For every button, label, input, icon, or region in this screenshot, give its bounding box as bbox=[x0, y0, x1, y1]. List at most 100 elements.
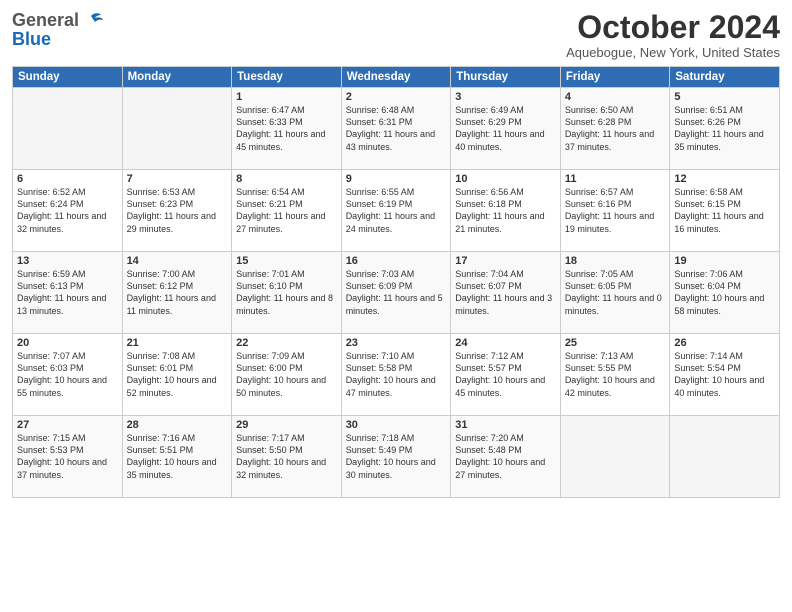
calendar-cell: 1Sunrise: 6:47 AMSunset: 6:33 PMDaylight… bbox=[232, 88, 342, 170]
day-header-friday: Friday bbox=[560, 67, 670, 88]
day-info: Sunrise: 7:06 AMSunset: 6:04 PMDaylight:… bbox=[674, 268, 775, 317]
day-info: Sunrise: 7:01 AMSunset: 6:10 PMDaylight:… bbox=[236, 268, 337, 317]
calendar-cell bbox=[13, 88, 123, 170]
day-number: 21 bbox=[127, 337, 228, 349]
calendar-cell: 6Sunrise: 6:52 AMSunset: 6:24 PMDaylight… bbox=[13, 170, 123, 252]
day-number: 6 bbox=[17, 173, 118, 185]
day-info: Sunrise: 7:16 AMSunset: 5:51 PMDaylight:… bbox=[127, 432, 228, 481]
day-info: Sunrise: 6:57 AMSunset: 6:16 PMDaylight:… bbox=[565, 186, 666, 235]
logo-bird-icon bbox=[81, 12, 103, 30]
day-number: 17 bbox=[455, 255, 556, 267]
location: Aquebogue, New York, United States bbox=[566, 45, 780, 60]
calendar-cell: 2Sunrise: 6:48 AMSunset: 6:31 PMDaylight… bbox=[341, 88, 451, 170]
calendar-cell: 14Sunrise: 7:00 AMSunset: 6:12 PMDayligh… bbox=[122, 252, 232, 334]
calendar-cell: 9Sunrise: 6:55 AMSunset: 6:19 PMDaylight… bbox=[341, 170, 451, 252]
day-info: Sunrise: 7:08 AMSunset: 6:01 PMDaylight:… bbox=[127, 350, 228, 399]
day-number: 14 bbox=[127, 255, 228, 267]
day-info: Sunrise: 7:12 AMSunset: 5:57 PMDaylight:… bbox=[455, 350, 556, 399]
day-header-wednesday: Wednesday bbox=[341, 67, 451, 88]
day-number: 24 bbox=[455, 337, 556, 349]
day-number: 20 bbox=[17, 337, 118, 349]
calendar-cell: 15Sunrise: 7:01 AMSunset: 6:10 PMDayligh… bbox=[232, 252, 342, 334]
day-number: 1 bbox=[236, 91, 337, 103]
calendar-cell bbox=[670, 416, 780, 498]
day-header-monday: Monday bbox=[122, 67, 232, 88]
calendar-cell: 29Sunrise: 7:17 AMSunset: 5:50 PMDayligh… bbox=[232, 416, 342, 498]
calendar-cell: 27Sunrise: 7:15 AMSunset: 5:53 PMDayligh… bbox=[13, 416, 123, 498]
calendar-cell: 26Sunrise: 7:14 AMSunset: 5:54 PMDayligh… bbox=[670, 334, 780, 416]
day-info: Sunrise: 7:00 AMSunset: 6:12 PMDaylight:… bbox=[127, 268, 228, 317]
calendar-week-row: 6Sunrise: 6:52 AMSunset: 6:24 PMDaylight… bbox=[13, 170, 780, 252]
calendar-container: General Blue October 2024 Aquebogue, New… bbox=[0, 0, 792, 612]
day-info: Sunrise: 7:10 AMSunset: 5:58 PMDaylight:… bbox=[346, 350, 447, 399]
calendar-cell: 7Sunrise: 6:53 AMSunset: 6:23 PMDaylight… bbox=[122, 170, 232, 252]
day-info: Sunrise: 7:15 AMSunset: 5:53 PMDaylight:… bbox=[17, 432, 118, 481]
calendar-cell: 11Sunrise: 6:57 AMSunset: 6:16 PMDayligh… bbox=[560, 170, 670, 252]
calendar-cell: 22Sunrise: 7:09 AMSunset: 6:00 PMDayligh… bbox=[232, 334, 342, 416]
month-title: October 2024 bbox=[566, 10, 780, 45]
day-number: 5 bbox=[674, 91, 775, 103]
title-block: October 2024 Aquebogue, New York, United… bbox=[566, 10, 780, 60]
day-info: Sunrise: 6:51 AMSunset: 6:26 PMDaylight:… bbox=[674, 104, 775, 153]
day-number: 16 bbox=[346, 255, 447, 267]
day-number: 30 bbox=[346, 419, 447, 431]
calendar-cell: 10Sunrise: 6:56 AMSunset: 6:18 PMDayligh… bbox=[451, 170, 561, 252]
day-number: 9 bbox=[346, 173, 447, 185]
day-info: Sunrise: 7:03 AMSunset: 6:09 PMDaylight:… bbox=[346, 268, 447, 317]
calendar-cell: 23Sunrise: 7:10 AMSunset: 5:58 PMDayligh… bbox=[341, 334, 451, 416]
calendar-week-row: 20Sunrise: 7:07 AMSunset: 6:03 PMDayligh… bbox=[13, 334, 780, 416]
header: General Blue October 2024 Aquebogue, New… bbox=[12, 10, 780, 60]
day-number: 22 bbox=[236, 337, 337, 349]
day-number: 13 bbox=[17, 255, 118, 267]
day-number: 10 bbox=[455, 173, 556, 185]
day-number: 12 bbox=[674, 173, 775, 185]
calendar-cell: 18Sunrise: 7:05 AMSunset: 6:05 PMDayligh… bbox=[560, 252, 670, 334]
day-number: 4 bbox=[565, 91, 666, 103]
day-number: 7 bbox=[127, 173, 228, 185]
day-info: Sunrise: 6:56 AMSunset: 6:18 PMDaylight:… bbox=[455, 186, 556, 235]
day-number: 19 bbox=[674, 255, 775, 267]
logo-general-text: General bbox=[12, 10, 79, 31]
calendar-cell: 8Sunrise: 6:54 AMSunset: 6:21 PMDaylight… bbox=[232, 170, 342, 252]
calendar-cell bbox=[560, 416, 670, 498]
day-header-thursday: Thursday bbox=[451, 67, 561, 88]
day-number: 29 bbox=[236, 419, 337, 431]
calendar-cell: 5Sunrise: 6:51 AMSunset: 6:26 PMDaylight… bbox=[670, 88, 780, 170]
day-header-saturday: Saturday bbox=[670, 67, 780, 88]
calendar-week-row: 13Sunrise: 6:59 AMSunset: 6:13 PMDayligh… bbox=[13, 252, 780, 334]
calendar-cell: 28Sunrise: 7:16 AMSunset: 5:51 PMDayligh… bbox=[122, 416, 232, 498]
logo-blue-text: Blue bbox=[12, 29, 51, 50]
day-info: Sunrise: 7:13 AMSunset: 5:55 PMDaylight:… bbox=[565, 350, 666, 399]
calendar-cell: 4Sunrise: 6:50 AMSunset: 6:28 PMDaylight… bbox=[560, 88, 670, 170]
day-info: Sunrise: 6:50 AMSunset: 6:28 PMDaylight:… bbox=[565, 104, 666, 153]
day-info: Sunrise: 6:59 AMSunset: 6:13 PMDaylight:… bbox=[17, 268, 118, 317]
day-number: 28 bbox=[127, 419, 228, 431]
day-number: 3 bbox=[455, 91, 556, 103]
day-header-tuesday: Tuesday bbox=[232, 67, 342, 88]
calendar-cell: 17Sunrise: 7:04 AMSunset: 6:07 PMDayligh… bbox=[451, 252, 561, 334]
calendar-cell: 31Sunrise: 7:20 AMSunset: 5:48 PMDayligh… bbox=[451, 416, 561, 498]
day-info: Sunrise: 6:58 AMSunset: 6:15 PMDaylight:… bbox=[674, 186, 775, 235]
calendar-cell: 16Sunrise: 7:03 AMSunset: 6:09 PMDayligh… bbox=[341, 252, 451, 334]
day-number: 18 bbox=[565, 255, 666, 267]
day-number: 23 bbox=[346, 337, 447, 349]
day-info: Sunrise: 6:53 AMSunset: 6:23 PMDaylight:… bbox=[127, 186, 228, 235]
calendar-cell: 3Sunrise: 6:49 AMSunset: 6:29 PMDaylight… bbox=[451, 88, 561, 170]
calendar-cell: 24Sunrise: 7:12 AMSunset: 5:57 PMDayligh… bbox=[451, 334, 561, 416]
day-info: Sunrise: 7:18 AMSunset: 5:49 PMDaylight:… bbox=[346, 432, 447, 481]
day-info: Sunrise: 6:48 AMSunset: 6:31 PMDaylight:… bbox=[346, 104, 447, 153]
calendar-cell: 13Sunrise: 6:59 AMSunset: 6:13 PMDayligh… bbox=[13, 252, 123, 334]
calendar-cell: 25Sunrise: 7:13 AMSunset: 5:55 PMDayligh… bbox=[560, 334, 670, 416]
day-number: 26 bbox=[674, 337, 775, 349]
day-info: Sunrise: 7:04 AMSunset: 6:07 PMDaylight:… bbox=[455, 268, 556, 317]
day-info: Sunrise: 7:09 AMSunset: 6:00 PMDaylight:… bbox=[236, 350, 337, 399]
day-info: Sunrise: 6:54 AMSunset: 6:21 PMDaylight:… bbox=[236, 186, 337, 235]
calendar-cell: 19Sunrise: 7:06 AMSunset: 6:04 PMDayligh… bbox=[670, 252, 780, 334]
day-info: Sunrise: 6:55 AMSunset: 6:19 PMDaylight:… bbox=[346, 186, 447, 235]
calendar-cell: 30Sunrise: 7:18 AMSunset: 5:49 PMDayligh… bbox=[341, 416, 451, 498]
day-number: 11 bbox=[565, 173, 666, 185]
calendar-cell: 12Sunrise: 6:58 AMSunset: 6:15 PMDayligh… bbox=[670, 170, 780, 252]
day-number: 15 bbox=[236, 255, 337, 267]
day-number: 25 bbox=[565, 337, 666, 349]
calendar-cell: 20Sunrise: 7:07 AMSunset: 6:03 PMDayligh… bbox=[13, 334, 123, 416]
